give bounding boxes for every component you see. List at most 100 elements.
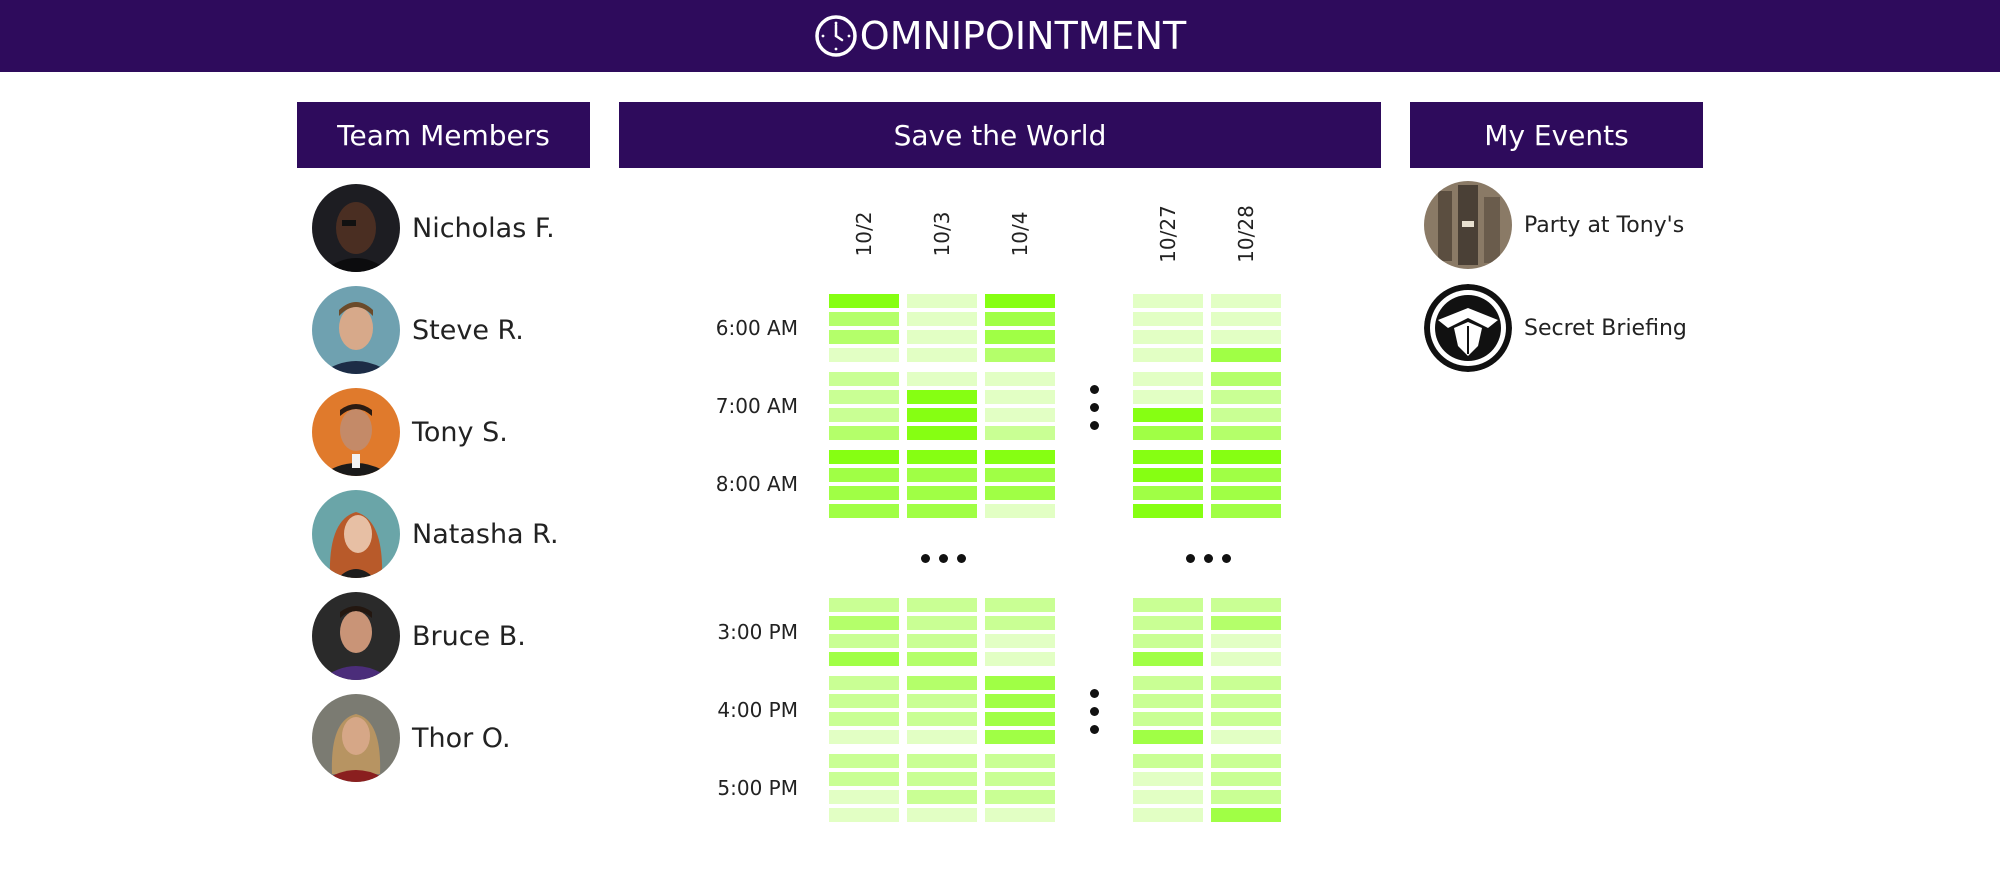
availability-cell[interactable]: [1211, 694, 1281, 708]
availability-cell[interactable]: [1133, 504, 1203, 518]
availability-cell[interactable]: [829, 598, 899, 612]
availability-cell[interactable]: [1211, 312, 1281, 326]
availability-cell[interactable]: [1133, 312, 1203, 326]
availability-cell[interactable]: [907, 390, 977, 404]
availability-cell[interactable]: [985, 486, 1055, 500]
availability-cell[interactable]: [1133, 468, 1203, 482]
availability-cell[interactable]: [1211, 294, 1281, 308]
availability-cell[interactable]: [1211, 426, 1281, 440]
availability-cell[interactable]: [829, 790, 899, 804]
availability-cell[interactable]: [1211, 808, 1281, 822]
availability-cell[interactable]: [1211, 652, 1281, 666]
availability-cell[interactable]: [1133, 772, 1203, 786]
availability-cell[interactable]: [985, 652, 1055, 666]
availability-cell[interactable]: [1133, 330, 1203, 344]
availability-cell[interactable]: [985, 408, 1055, 422]
availability-cell[interactable]: [907, 712, 977, 726]
availability-cell[interactable]: [1211, 330, 1281, 344]
availability-cell[interactable]: [985, 390, 1055, 404]
availability-cell[interactable]: [1211, 504, 1281, 518]
team-member-nicholas[interactable]: Nicholas F.: [312, 184, 612, 272]
availability-cell[interactable]: [1133, 450, 1203, 464]
availability-cell[interactable]: [829, 486, 899, 500]
availability-cell[interactable]: [907, 634, 977, 648]
availability-cell[interactable]: [1133, 652, 1203, 666]
availability-cell[interactable]: [1211, 468, 1281, 482]
availability-cell[interactable]: [829, 652, 899, 666]
availability-cell[interactable]: [1133, 730, 1203, 744]
availability-cell[interactable]: [907, 772, 977, 786]
availability-cell[interactable]: [985, 772, 1055, 786]
availability-cell[interactable]: [985, 616, 1055, 630]
availability-cell[interactable]: [1211, 634, 1281, 648]
availability-cell[interactable]: [1211, 598, 1281, 612]
availability-cell[interactable]: [1133, 598, 1203, 612]
team-member-thor[interactable]: Thor O.: [312, 694, 612, 782]
availability-cell[interactable]: [907, 372, 977, 386]
availability-cell[interactable]: [1211, 754, 1281, 768]
availability-cell[interactable]: [985, 312, 1055, 326]
availability-cell[interactable]: [1211, 408, 1281, 422]
availability-cell[interactable]: [907, 730, 977, 744]
availability-cell[interactable]: [1211, 616, 1281, 630]
availability-cell[interactable]: [1211, 772, 1281, 786]
availability-cell[interactable]: [907, 790, 977, 804]
availability-cell[interactable]: [907, 294, 977, 308]
availability-cell[interactable]: [907, 486, 977, 500]
availability-cell[interactable]: [829, 408, 899, 422]
availability-cell[interactable]: [829, 676, 899, 690]
availability-cell[interactable]: [829, 372, 899, 386]
availability-cell[interactable]: [1133, 790, 1203, 804]
availability-cell[interactable]: [907, 348, 977, 362]
availability-cell[interactable]: [907, 598, 977, 612]
availability-cell[interactable]: [985, 634, 1055, 648]
availability-cell[interactable]: [1133, 408, 1203, 422]
availability-cell[interactable]: [1133, 390, 1203, 404]
availability-cell[interactable]: [1133, 694, 1203, 708]
availability-cell[interactable]: [1133, 676, 1203, 690]
availability-cell[interactable]: [907, 694, 977, 708]
availability-cell[interactable]: [985, 468, 1055, 482]
availability-cell[interactable]: [907, 468, 977, 482]
availability-cell[interactable]: [985, 712, 1055, 726]
availability-cell[interactable]: [829, 330, 899, 344]
availability-cell[interactable]: [985, 730, 1055, 744]
availability-cell[interactable]: [985, 450, 1055, 464]
availability-cell[interactable]: [1133, 348, 1203, 362]
availability-cell[interactable]: [829, 450, 899, 464]
availability-cell[interactable]: [829, 504, 899, 518]
availability-cell[interactable]: [1133, 754, 1203, 768]
event-party[interactable]: Party at Tony's: [1424, 181, 1704, 269]
availability-cell[interactable]: [829, 730, 899, 744]
availability-cell[interactable]: [1211, 390, 1281, 404]
availability-cell[interactable]: [1211, 372, 1281, 386]
team-member-steve[interactable]: Steve R.: [312, 286, 612, 374]
availability-cell[interactable]: [1133, 426, 1203, 440]
availability-cell[interactable]: [985, 808, 1055, 822]
availability-cell[interactable]: [985, 348, 1055, 362]
availability-cell[interactable]: [985, 372, 1055, 386]
availability-cell[interactable]: [829, 348, 899, 362]
availability-cell[interactable]: [985, 754, 1055, 768]
availability-cell[interactable]: [985, 676, 1055, 690]
availability-cell[interactable]: [907, 652, 977, 666]
availability-cell[interactable]: [829, 808, 899, 822]
availability-cell[interactable]: [907, 504, 977, 518]
availability-cell[interactable]: [907, 312, 977, 326]
availability-cell[interactable]: [1211, 730, 1281, 744]
availability-cell[interactable]: [1211, 486, 1281, 500]
availability-cell[interactable]: [1133, 808, 1203, 822]
availability-cell[interactable]: [829, 426, 899, 440]
availability-cell[interactable]: [985, 294, 1055, 308]
availability-cell[interactable]: [829, 312, 899, 326]
team-member-bruce[interactable]: Bruce B.: [312, 592, 612, 680]
availability-cell[interactable]: [829, 634, 899, 648]
availability-cell[interactable]: [1133, 712, 1203, 726]
availability-cell[interactable]: [1133, 294, 1203, 308]
team-member-tony[interactable]: Tony S.: [312, 388, 612, 476]
availability-cell[interactable]: [829, 616, 899, 630]
availability-cell[interactable]: [1133, 372, 1203, 386]
availability-cell[interactable]: [1133, 634, 1203, 648]
availability-cell[interactable]: [829, 390, 899, 404]
availability-cell[interactable]: [1133, 616, 1203, 630]
